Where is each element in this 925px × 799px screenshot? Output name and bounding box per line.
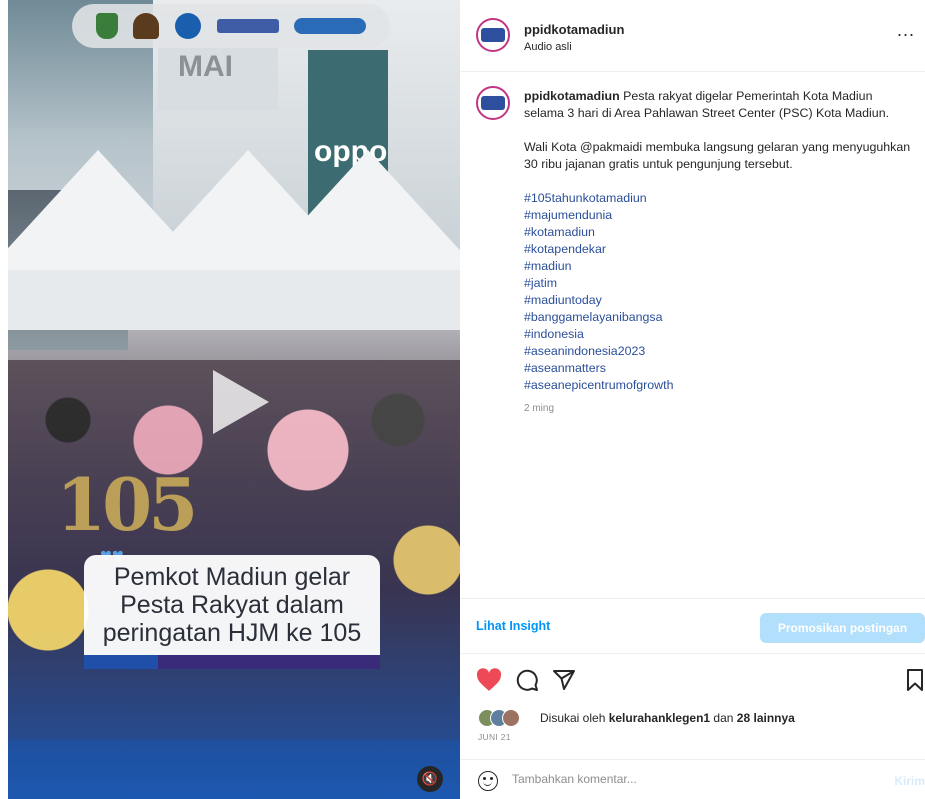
liked-by-others[interactable]: 28 lainnya	[737, 711, 795, 725]
tent-roof	[258, 150, 460, 270]
avatar-logo-icon	[481, 96, 505, 110]
video-caption-text: Pemkot Madiun gelar Pesta Rakyat dalam p…	[102, 563, 362, 647]
hashtag-link[interactable]: #banggamelayanibangsa	[524, 309, 914, 326]
logo-radio-icon	[216, 19, 279, 33]
post-header: ppidkotamadiun Audio asli ...	[460, 0, 925, 72]
hashtag-link[interactable]: #madiun	[524, 258, 914, 275]
liked-by-text: Disukai oleh kelurahanklegen1 dan 28 lai…	[540, 711, 795, 725]
hashtag-link[interactable]: #kotamadiun	[524, 224, 914, 241]
play-icon[interactable]	[213, 370, 269, 434]
hashtag-link[interactable]: #majumendunia	[524, 207, 914, 224]
hashtag-link[interactable]: #kotapendekar	[524, 241, 914, 258]
speaker-muted-icon[interactable]: 🔇	[417, 766, 443, 792]
bookmark-icon[interactable]	[906, 668, 924, 692]
liked-by-user[interactable]: kelurahanklegen1	[609, 711, 710, 725]
hashtag-link[interactable]: #jatim	[524, 275, 914, 292]
promote-post-button[interactable]: Promosikan postingan	[760, 613, 925, 643]
caption-paragraph: Wali Kota @pakmaidi membuka langsung gel…	[524, 140, 911, 171]
header-username[interactable]: ppidkotamadiun	[524, 22, 624, 37]
hashtag-link[interactable]: #madiuntoday	[524, 292, 914, 309]
post-actions	[460, 662, 925, 698]
post-comment-button[interactable]: Kirim	[894, 774, 925, 788]
logo-madiuntoday-icon	[294, 18, 367, 34]
hashtag-link[interactable]: #105tahunkotamadiun	[524, 190, 914, 207]
emoji-icon[interactable]	[478, 771, 498, 791]
post-side-panel: ppidkotamadiun Audio asli ... ppidkotama…	[460, 0, 925, 799]
comment-input[interactable]	[512, 772, 872, 786]
caption-accent-bar	[84, 655, 380, 669]
hashtag-link[interactable]: #aseanmatters	[524, 360, 914, 377]
more-options-icon[interactable]: ...	[897, 20, 915, 41]
avatar[interactable]	[476, 86, 510, 120]
comment-icon[interactable]	[515, 668, 539, 692]
share-icon[interactable]	[552, 668, 576, 692]
caption-username[interactable]: ppidkotamadiun	[524, 89, 620, 103]
liked-by-prefix: Disukai oleh	[540, 711, 609, 725]
likes-row: Disukai oleh kelurahanklegen1 dan 28 lai…	[478, 708, 918, 730]
hashtag-link[interactable]: #aseanindonesia2023	[524, 343, 914, 360]
caption-text-block: ppidkotamadiun Pesta rakyat digelar Peme…	[524, 88, 914, 417]
building-sign: MAI	[158, 40, 278, 110]
logo-pendekar-icon	[133, 13, 160, 39]
logo-kominfo-icon	[174, 13, 201, 39]
post-date: JUNI 21	[478, 732, 511, 742]
comment-bar: Kirim	[460, 759, 925, 799]
post-video[interactable]: MAI oppo 105 ♥♥ Pemkot Madiun gelar Pest…	[8, 0, 460, 799]
audio-label[interactable]: Audio asli	[524, 41, 572, 53]
tent-canopy	[8, 270, 460, 330]
logo-pemkot-icon	[95, 13, 118, 39]
post-time[interactable]: 2 ming	[524, 400, 914, 417]
heart-icon[interactable]	[476, 668, 502, 692]
view-insights-link[interactable]: Lihat Insight	[476, 619, 550, 633]
anniversary-number: 105	[56, 462, 198, 547]
hashtag-link[interactable]: #aseanepicentrumofgrowth	[524, 377, 914, 394]
hashtag-link[interactable]: #indonesia	[524, 326, 914, 343]
sponsor-logo-strip	[72, 4, 390, 48]
liked-by-middle: dan	[710, 711, 737, 725]
video-caption-box: Pemkot Madiun gelar Pesta Rakyat dalam p…	[84, 555, 380, 655]
hashtag-list: #105tahunkotamadiun #majumendunia #kotamad…	[524, 190, 914, 394]
avatar[interactable]	[476, 18, 510, 52]
avatar-logo-icon	[481, 28, 505, 42]
liker-avatar[interactable]	[502, 709, 520, 727]
insight-bar: Lihat Insight Promosikan postingan	[460, 598, 925, 654]
